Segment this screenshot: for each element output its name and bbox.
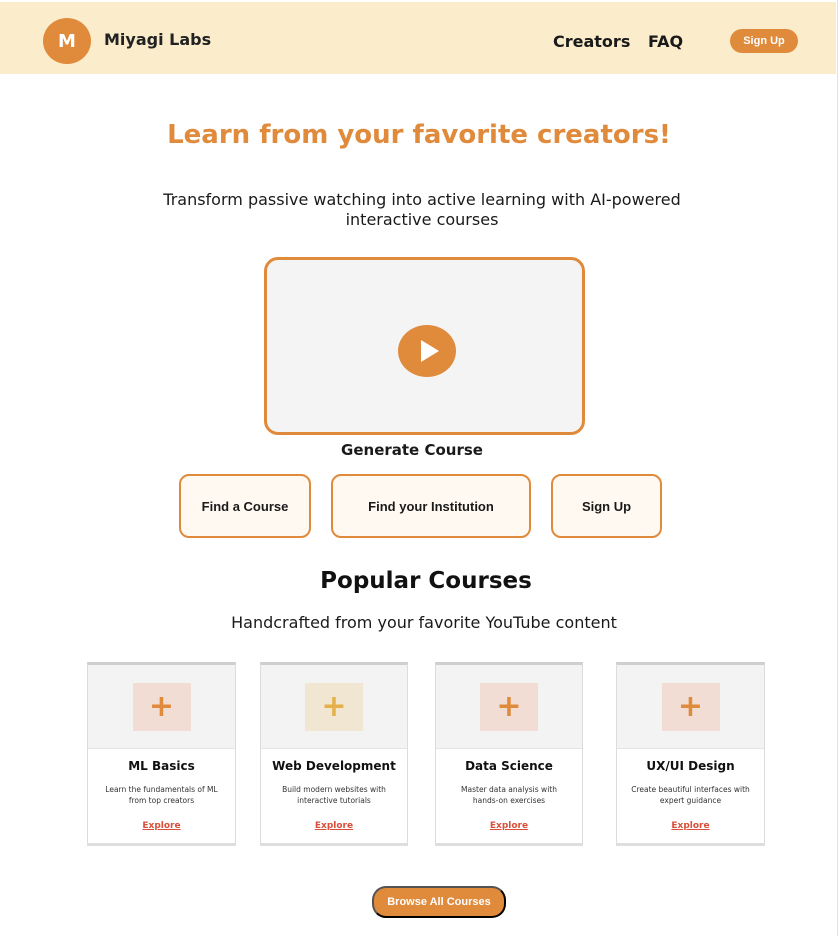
popular-courses-title: Popular Courses xyxy=(320,568,532,594)
explore-link[interactable]: Explore xyxy=(436,821,582,831)
signup-button[interactable]: Sign Up xyxy=(551,474,662,538)
course-card-ml-basics[interactable]: + ML Basics Learn the fundamentals of ML… xyxy=(87,662,236,846)
logo-letter: M xyxy=(58,30,76,52)
plus-icon: + xyxy=(305,683,363,731)
course-title: UX/UI Design xyxy=(646,759,735,773)
plus-icon: + xyxy=(480,683,538,731)
find-institution-button[interactable]: Find your Institution xyxy=(331,474,531,538)
course-title: ML Basics xyxy=(128,759,195,773)
plus-icon: + xyxy=(132,683,191,731)
explore-link[interactable]: Explore xyxy=(88,821,235,831)
explore-link[interactable]: Explore xyxy=(617,821,764,831)
course-description: Master data analysis with hands-on exerc… xyxy=(461,785,557,805)
course-title: Web Development xyxy=(272,759,396,773)
generate-course-label: Generate Course xyxy=(341,441,483,459)
course-card-ux-ui-design[interactable]: + UX/UI Design Create beautiful interfac… xyxy=(616,662,765,846)
course-description: Create beautiful interfaces with expert … xyxy=(631,785,750,805)
nav-faq-link[interactable]: FAQ xyxy=(648,32,683,51)
explore-link[interactable]: Explore xyxy=(261,821,407,831)
video-preview[interactable] xyxy=(264,257,585,435)
plus-icon: + xyxy=(661,683,720,731)
course-card-web-development[interactable]: + Web Development Build modern websites … xyxy=(260,662,408,846)
course-thumbnail: + xyxy=(617,665,764,749)
hero-title: Learn from your favorite creators! xyxy=(167,120,671,150)
popular-courses-subtitle: Handcrafted from your favorite YouTube c… xyxy=(231,613,617,632)
browse-all-courses-button[interactable]: Browse All Courses xyxy=(372,886,506,918)
header-signup-button[interactable]: Sign Up xyxy=(730,29,798,53)
find-course-button[interactable]: Find a Course xyxy=(179,474,311,538)
course-card-data-science[interactable]: + Data Science Master data analysis with… xyxy=(435,662,583,846)
play-icon xyxy=(420,340,439,362)
nav-creators-link[interactable]: Creators xyxy=(553,32,630,51)
page: M Miyagi Labs Creators FAQ Sign Up Learn… xyxy=(0,0,838,936)
course-description: Learn the fundamentals of ML from top cr… xyxy=(105,785,218,805)
course-description: Build modern websites with interactive t… xyxy=(282,785,386,805)
header: M Miyagi Labs Creators FAQ Sign Up xyxy=(0,2,836,74)
play-button[interactable] xyxy=(398,325,456,377)
logo[interactable]: M xyxy=(43,18,91,64)
course-thumbnail: + xyxy=(436,665,582,749)
course-thumbnail: + xyxy=(261,665,407,749)
course-thumbnail: + xyxy=(88,665,235,749)
brand-name[interactable]: Miyagi Labs xyxy=(104,30,211,49)
course-title: Data Science xyxy=(465,759,553,773)
hero-subtitle: Transform passive watching into active l… xyxy=(163,190,681,229)
